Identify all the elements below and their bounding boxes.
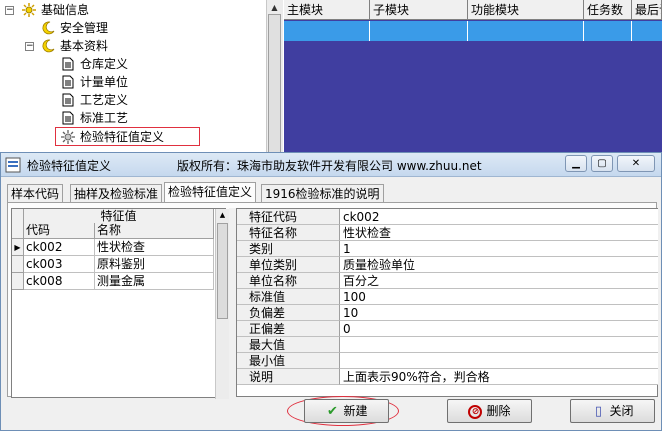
collapse-toggle-icon[interactable]: − [25,42,34,51]
column-header-task-count[interactable]: 任务数 [584,0,632,20]
close-button[interactable]: ▯ 关闭 [570,399,655,423]
group-header: 特征值 [24,209,214,223]
close-icon[interactable]: ✕ [617,155,655,172]
field-value[interactable]: 百分之 [340,273,658,289]
grid-cell[interactable] [584,21,632,41]
gear-icon [22,3,36,17]
table-cell-name[interactable]: 性状检查 [95,239,214,256]
field-value[interactable] [340,353,658,369]
document-icon [62,57,74,71]
tree-item-basic-data[interactable]: 基本资料 [60,38,108,55]
table-cell-name[interactable]: 原料鉴别 [95,256,214,273]
grid-cell[interactable] [468,21,584,41]
row-indicator [12,273,24,290]
tab-panel: 特征值 代码 名称 ▶ ck002 性状检查 ck003 原料鉴别 ck008 … [7,202,658,399]
grid-cell[interactable] [632,21,662,41]
field-value[interactable]: 质量检验单位 [340,257,658,273]
document-icon [62,75,74,89]
field-label: 最大值 [237,337,340,353]
scroll-up-icon[interactable]: ▲ [267,1,282,14]
field-label: 单位类别 [237,257,340,273]
document-icon [62,93,74,107]
field-value[interactable]: ck002 [340,209,658,225]
field-value[interactable]: 10 [340,305,658,321]
module-tree: − 基础信息 安全管理 − 基本资料 仓库定义 计量单位 工艺定义 标准工艺 检… [0,0,266,160]
field-label: 正偏差 [237,321,340,337]
tree-item-warehouse[interactable]: 仓库定义 [80,56,128,73]
close-button-label: 关闭 [609,404,634,418]
field-label: 最小值 [237,353,340,369]
module-grid: 主模块 子模块 功能模块 任务数 最后访 [284,0,662,160]
field-label: 标准值 [237,289,340,305]
field-value[interactable] [340,337,658,353]
feature-list-grid: 特征值 代码 名称 ▶ ck002 性状检查 ck003 原料鉴别 ck008 … [11,208,226,398]
gear-icon [61,130,75,144]
window-title: 检验特征值定义 [27,159,112,173]
tree-item-standard-process[interactable]: 标准工艺 [80,110,128,127]
field-label: 负偏差 [237,305,340,321]
prohibit-icon: ⊘ [468,404,483,419]
check-icon: ✔ [327,403,338,419]
row-indicator-header [12,209,24,239]
tab-sampling-standard[interactable]: 抽样及检验标准 [70,184,163,203]
table-cell-code[interactable]: ck003 [24,256,95,273]
column-header-main-module[interactable]: 主模块 [284,0,370,20]
exit-door-icon: ▯ [594,403,603,419]
inspection-feature-window: 检验特征值定义 版权所有：珠海市助友软件开发有限公司 www.zhuu.net … [0,152,662,431]
tree-item-security[interactable]: 安全管理 [60,20,108,37]
moon-icon [42,39,55,53]
field-value[interactable]: 100 [340,289,658,305]
column-header-function-module[interactable]: 功能模块 [468,0,584,20]
collapse-toggle-icon[interactable]: − [5,6,14,15]
feature-list-scrollbar[interactable]: ▲ [215,209,229,399]
tree-item-basic-info[interactable]: 基础信息 [41,2,89,19]
tree-item-process[interactable]: 工艺定义 [80,92,128,109]
column-header-sub-module[interactable]: 子模块 [370,0,468,20]
minimize-icon[interactable]: ▁ [565,155,587,172]
delete-button[interactable]: ⊘ 删除 [447,399,532,423]
tab-1916-standard-notes[interactable]: 1916检验标准的说明 [261,184,384,203]
field-label: 说明 [237,369,340,385]
scroll-up-icon[interactable]: ▲ [216,209,229,222]
table-cell-code[interactable]: ck008 [24,273,95,290]
field-label: 特征名称 [237,225,340,241]
field-label: 单位名称 [237,273,340,289]
tree-item-inspection-feature[interactable]: 检验特征值定义 [80,129,164,146]
field-label: 类别 [237,241,340,257]
window-titlebar[interactable]: 检验特征值定义 版权所有：珠海市助友软件开发有限公司 www.zhuu.net … [1,153,661,177]
delete-button-label: 删除 [486,404,511,418]
scrollbar-thumb[interactable] [217,223,228,319]
table-cell-name[interactable]: 测量金属 [95,273,214,290]
field-value[interactable]: 性状检查 [340,225,658,241]
current-row-icon: ▶ [12,239,24,256]
field-label: 特征代码 [237,209,340,225]
document-icon [62,111,74,125]
copyright-text: 版权所有：珠海市助友软件开发有限公司 www.zhuu.net [177,159,482,173]
column-header-code[interactable]: 代码 [24,223,95,239]
new-button-label: 新建 [343,404,368,418]
field-value[interactable]: 上面表示90%符合，判合格 [340,369,658,385]
row-indicator [12,256,24,273]
feature-detail-grid: 特征代码 ck002 特征名称 性状检查 类别 1 单位类别 质量检验单位 单位… [236,208,658,397]
grid-cell[interactable] [370,21,468,41]
tab-inspection-feature[interactable]: 检验特征值定义 [164,182,257,203]
moon-icon [42,21,55,35]
column-header-last-access[interactable]: 最后访 [632,0,662,20]
tab-sample-code[interactable]: 样本代码 [7,184,64,203]
field-value[interactable]: 1 [340,241,658,257]
maximize-icon[interactable]: ▢ [591,155,613,172]
tree-scrollbar-thumb[interactable] [268,14,281,154]
app-icon [5,157,21,173]
new-button[interactable]: ✔ 新建 [304,399,389,423]
table-cell-code[interactable]: ck002 [24,239,95,256]
grid-cell-selected[interactable] [284,21,370,41]
column-header-name[interactable]: 名称 [95,223,214,239]
splitter[interactable] [229,208,236,397]
tree-item-units[interactable]: 计量单位 [80,74,128,91]
field-value[interactable]: 0 [340,321,658,337]
